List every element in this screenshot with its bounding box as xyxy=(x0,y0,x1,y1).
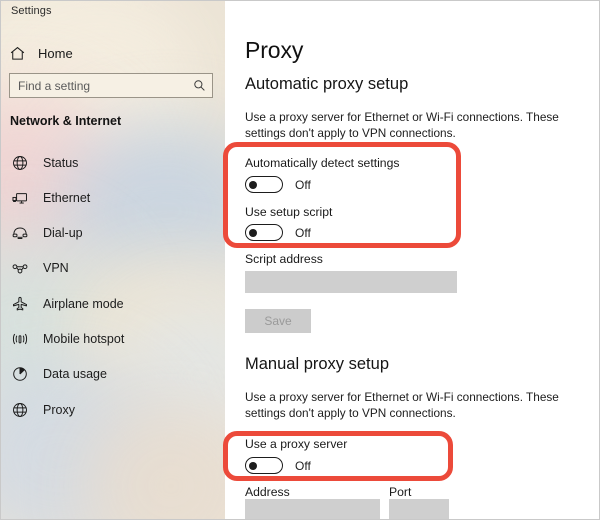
setup-script-toggle[interactable]: Off xyxy=(245,224,311,241)
sidebar-item-label: Data usage xyxy=(43,367,107,381)
use-proxy-server-toggle[interactable]: Off xyxy=(245,457,311,474)
port-label: Port xyxy=(389,485,412,499)
sidebar-item-dial-up[interactable]: Dial-up xyxy=(1,219,225,247)
address-input[interactable] xyxy=(245,499,380,519)
toggle-knob xyxy=(249,228,257,237)
sidebar-item-data-usage[interactable]: Data usage xyxy=(1,360,225,388)
manual-proxy-description: Use a proxy server for Ethernet or Wi-Fi… xyxy=(245,390,559,420)
sidebar-item-home[interactable]: Home xyxy=(9,41,73,65)
main-content: Proxy Automatic proxy setup Use a proxy … xyxy=(226,1,599,519)
search-input[interactable] xyxy=(16,78,193,93)
broadcast-icon xyxy=(11,330,29,348)
toggle-switch[interactable] xyxy=(245,176,283,193)
search-box[interactable] xyxy=(9,73,213,98)
search-icon[interactable] xyxy=(193,79,206,92)
automatic-proxy-description: Use a proxy server for Ethernet or Wi-Fi… xyxy=(245,110,559,140)
sidebar-item-label: Dial-up xyxy=(43,226,83,240)
monitor-icon xyxy=(11,189,29,207)
pie-chart-icon xyxy=(11,365,29,383)
globe-icon xyxy=(11,401,29,419)
sidebar-item-vpn[interactable]: VPN xyxy=(1,254,225,282)
toggle-switch[interactable] xyxy=(245,224,283,241)
use-proxy-server-label: Use a proxy server xyxy=(245,437,348,451)
auto-detect-toggle[interactable]: Off xyxy=(245,176,311,193)
toggle-state-label: Off xyxy=(295,177,311,192)
script-address-label: Script address xyxy=(245,252,323,266)
sidebar-item-label: Status xyxy=(43,156,79,170)
toggle-switch[interactable] xyxy=(245,457,283,474)
toggle-knob xyxy=(249,461,257,470)
toggle-state-label: Off xyxy=(295,458,311,473)
sidebar-item-label: VPN xyxy=(43,261,69,275)
sidebar-item-label: Home xyxy=(38,45,73,61)
setup-script-label: Use setup script xyxy=(245,205,333,219)
airplane-icon xyxy=(11,295,29,313)
sidebar: Settings Home Find a setting Network & I… xyxy=(1,1,225,519)
vpn-icon xyxy=(11,259,29,277)
script-address-input[interactable] xyxy=(245,271,457,293)
sidebar-group-title: Network & Internet xyxy=(10,114,122,128)
page-title: Proxy xyxy=(245,37,304,63)
telephone-icon xyxy=(11,224,29,242)
sidebar-item-label: Mobile hotspot xyxy=(43,332,125,346)
sidebar-item-status[interactable]: Status xyxy=(1,149,225,177)
home-icon xyxy=(9,45,26,62)
save-button[interactable]: Save xyxy=(245,309,311,333)
sidebar-item-label: Ethernet xyxy=(43,191,91,205)
settings-window: Settings Home Find a setting Network & I… xyxy=(0,0,600,520)
globe-icon xyxy=(11,154,29,172)
port-input[interactable] xyxy=(389,499,449,519)
sidebar-item-proxy[interactable]: Proxy xyxy=(1,396,225,424)
automatic-proxy-heading: Automatic proxy setup xyxy=(245,75,409,93)
sidebar-item-label: Airplane mode xyxy=(43,297,124,311)
app-title: Settings xyxy=(11,5,52,17)
toggle-knob xyxy=(249,180,257,189)
auto-detect-label: Automatically detect settings xyxy=(245,156,400,170)
address-label: Address xyxy=(245,485,290,499)
manual-proxy-heading: Manual proxy setup xyxy=(245,355,389,373)
sidebar-item-mobile-hotspot[interactable]: Mobile hotspot xyxy=(1,325,225,353)
sidebar-item-ethernet[interactable]: Ethernet xyxy=(1,184,225,212)
sidebar-item-airplane-mode[interactable]: Airplane mode xyxy=(1,290,225,318)
toggle-state-label: Off xyxy=(295,225,311,240)
sidebar-item-label: Proxy xyxy=(43,403,75,417)
